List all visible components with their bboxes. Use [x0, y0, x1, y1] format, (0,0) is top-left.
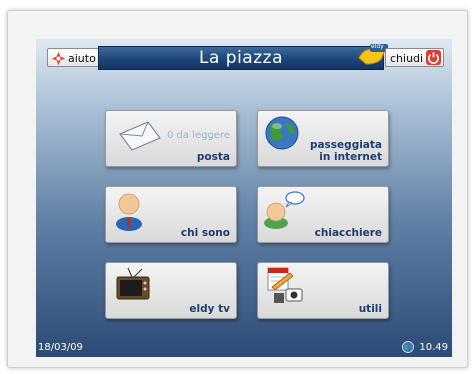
- help-button[interactable]: aiuto: [47, 48, 99, 67]
- profile-tile[interactable]: chi sono: [105, 186, 237, 243]
- tools-label: utili: [358, 303, 382, 315]
- status-time: 10.49: [419, 342, 448, 353]
- network-globe-icon: [402, 341, 414, 353]
- title-bar: La piazza: [98, 46, 384, 70]
- chat-tile[interactable]: chiacchiere: [257, 186, 389, 243]
- chat-person-icon: [264, 191, 305, 229]
- power-icon: [426, 50, 441, 65]
- globe-icon: [265, 116, 299, 150]
- tv-label: eldy tv: [189, 303, 230, 315]
- tv-icon: [116, 267, 150, 300]
- mail-tile[interactable]: 0 da leggere posta: [105, 110, 237, 167]
- page-title: La piazza: [199, 48, 283, 68]
- lifebuoy-icon: [51, 51, 66, 66]
- close-label: chiudi: [390, 52, 424, 65]
- person-icon: [116, 193, 142, 231]
- profile-label: chi sono: [180, 227, 230, 239]
- app-screen: aiuto La piazza eldy chiudi 0 da leggere…: [36, 39, 452, 357]
- tv-tile[interactable]: eldy tv: [105, 262, 237, 319]
- tools-tile[interactable]: utili: [257, 262, 389, 319]
- window-frame: aiuto La piazza eldy chiudi 0 da leggere…: [7, 10, 468, 368]
- envelope-icon: [119, 121, 161, 151]
- eldy-badge-text: eldy: [371, 43, 384, 50]
- unread-count: 0 da leggere: [166, 130, 230, 141]
- help-label: aiuto: [68, 52, 96, 65]
- internet-tile[interactable]: passeggiata in internet: [257, 110, 389, 167]
- status-date: 18/03/09: [38, 342, 83, 353]
- tools-icon: [267, 267, 303, 303]
- close-button[interactable]: chiudi: [385, 48, 444, 67]
- internet-label: passeggiata in internet: [309, 139, 382, 163]
- chat-label: chiacchiere: [314, 227, 382, 239]
- mail-label: posta: [196, 151, 230, 163]
